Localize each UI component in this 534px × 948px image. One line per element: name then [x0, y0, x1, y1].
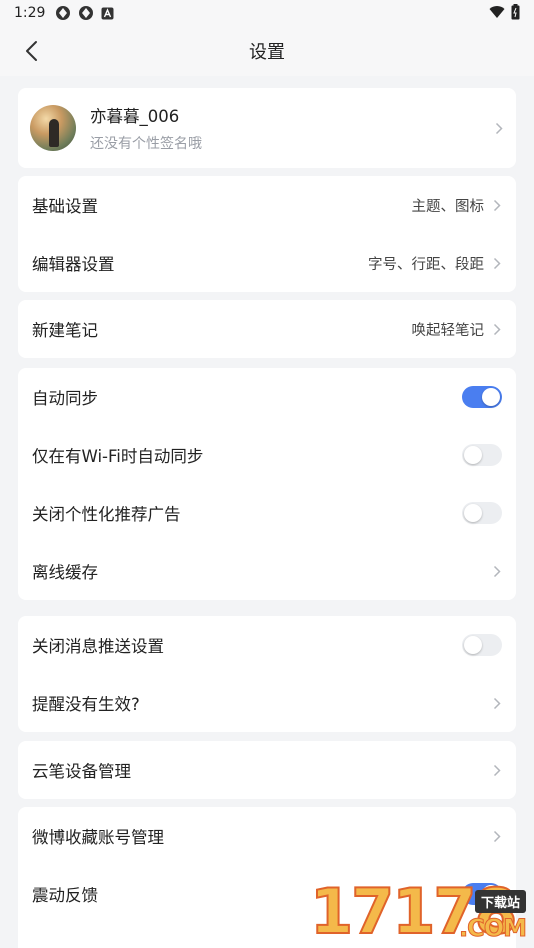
new-note-label: 新建笔记: [32, 321, 98, 340]
a-icon: [101, 7, 114, 20]
profile-card[interactable]: 亦暮暮_006 还没有个性签名哦: [18, 88, 516, 168]
basic-settings-label: 基础设置: [32, 197, 98, 216]
notification-icon: [78, 5, 94, 21]
basic-settings-row[interactable]: 基础设置 主题、图标: [18, 176, 516, 234]
status-bar: 1:29: [0, 0, 534, 26]
wifi-sync-row: 仅在有Wi-Fi时自动同步: [18, 426, 516, 484]
watermark-suffix: .COM: [458, 914, 527, 943]
device-mgmt-label: 云笔设备管理: [32, 762, 131, 781]
reminder-row[interactable]: 提醒没有生效?: [18, 674, 516, 732]
auto-sync-label: 自动同步: [32, 389, 98, 408]
site-watermark: 17178 下载站 .COM: [309, 877, 532, 947]
wifi-sync-label: 仅在有Wi-Fi时自动同步: [32, 447, 204, 466]
page-title: 设置: [249, 42, 285, 63]
weibo-row[interactable]: 微博收藏账号管理: [18, 807, 516, 865]
editor-settings-label: 编辑器设置: [32, 255, 115, 274]
editor-settings-row[interactable]: 编辑器设置 字号、行距、段距: [18, 234, 516, 292]
close-ads-row: 关闭个性化推荐广告: [18, 484, 516, 542]
profile-row[interactable]: 亦暮暮_006 还没有个性签名哦: [18, 88, 516, 168]
new-note-card: 新建笔记 唤起轻笔记: [18, 300, 516, 358]
battery-icon: [511, 4, 520, 24]
chevron-right-icon: [492, 564, 502, 578]
notification-icon: [55, 5, 71, 21]
chevron-right-icon: [492, 256, 502, 270]
profile-signature: 还没有个性签名哦: [90, 136, 202, 152]
weibo-label: 微博收藏账号管理: [32, 828, 164, 847]
profile-name: 亦暮暮_006: [90, 107, 180, 126]
basic-settings-value: 主题、图标: [411, 198, 485, 215]
wifi-sync-toggle[interactable]: [462, 444, 502, 466]
page-header: 设置: [0, 26, 534, 76]
chevron-right-icon: [492, 763, 502, 777]
chevron-right-icon: [492, 696, 502, 710]
status-time: 1:29: [14, 5, 46, 21]
offline-cache-row[interactable]: 离线缓存: [18, 542, 516, 600]
close-push-label: 关闭消息推送设置: [32, 637, 164, 656]
close-push-row: 关闭消息推送设置: [18, 616, 516, 674]
device-card: 云笔设备管理: [18, 741, 516, 799]
wifi-icon: [489, 5, 505, 23]
watermark-tag: 下载站: [474, 890, 526, 913]
chevron-right-icon: [494, 121, 504, 135]
reminder-label: 提醒没有生效?: [32, 695, 140, 714]
close-ads-label: 关闭个性化推荐广告: [32, 505, 181, 524]
back-chevron-icon[interactable]: [18, 38, 44, 64]
chevron-right-icon: [492, 198, 502, 212]
avatar: [30, 105, 76, 151]
offline-cache-label: 离线缓存: [32, 563, 98, 582]
close-push-toggle[interactable]: [462, 634, 502, 656]
sync-settings-card: 自动同步 仅在有Wi-Fi时自动同步 关闭个性化推荐广告 离线缓存: [18, 368, 516, 600]
chevron-right-icon: [492, 829, 502, 843]
device-mgmt-row[interactable]: 云笔设备管理: [18, 741, 516, 799]
new-note-value: 唤起轻笔记: [411, 322, 485, 339]
push-settings-card: 关闭消息推送设置 提醒没有生效?: [18, 616, 516, 732]
auto-sync-row: 自动同步: [18, 368, 516, 426]
display-settings-card: 基础设置 主题、图标 编辑器设置 字号、行距、段距: [18, 176, 516, 292]
new-note-row[interactable]: 新建笔记 唤起轻笔记: [18, 300, 516, 358]
chevron-right-icon: [492, 322, 502, 336]
close-ads-toggle[interactable]: [462, 502, 502, 524]
editor-settings-value: 字号、行距、段距: [368, 256, 484, 273]
auto-sync-toggle[interactable]: [462, 386, 502, 408]
